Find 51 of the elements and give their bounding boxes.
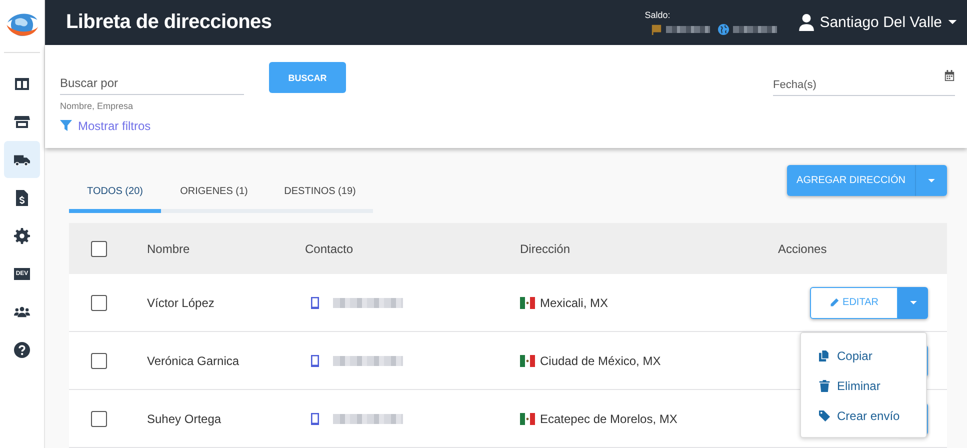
checkbox[interactable]	[91, 410, 107, 426]
pencil-icon	[830, 298, 839, 307]
help-icon	[14, 342, 30, 358]
caret-icon	[910, 300, 916, 304]
mexico-flag-icon	[520, 296, 535, 308]
mexico-flag-icon	[520, 354, 535, 366]
dropdown-button[interactable]	[898, 286, 928, 318]
column-header: Nombre	[147, 242, 190, 256]
checkbox[interactable]	[91, 352, 107, 368]
show-filters-link[interactable]: Mostrar filtros	[60, 119, 346, 134]
name-cell: Verónica Garnica	[147, 354, 240, 368]
page-title: Libreta de direcciones	[66, 11, 273, 34]
name-cell: Víctor López	[147, 296, 214, 310]
menu-item[interactable]: Crear envío	[819, 400, 926, 430]
gear-icon	[14, 228, 30, 244]
caret-icon	[948, 20, 957, 26]
sidebar-item[interactable]	[4, 141, 40, 178]
invoice-icon	[14, 190, 30, 206]
user-menu[interactable]: Santiago Del Valle	[798, 14, 957, 32]
globe-icon	[718, 24, 729, 36]
checkbox[interactable]	[91, 240, 107, 256]
column-header: Dirección	[520, 242, 570, 256]
store-icon	[14, 114, 30, 130]
menu-item[interactable]: Eliminar	[819, 370, 926, 400]
column-header: Contacto	[305, 242, 354, 256]
search-field[interactable]: Buscar por	[60, 64, 244, 96]
address-cell: Ciudad de México, MX	[540, 354, 661, 368]
tab[interactable]: TODOS (20)	[69, 173, 161, 213]
tab[interactable]: ORIGENES (1)	[161, 173, 267, 213]
copy-icon	[819, 350, 830, 362]
address-cell: Ecatepec de Morelos, MX	[540, 412, 678, 426]
balance-label: Saldo:	[644, 10, 672, 20]
trash-icon	[819, 380, 830, 392]
tab[interactable]: DESTINOS (19)	[267, 173, 373, 213]
mexico-flag-icon	[520, 412, 535, 424]
address-cell: Mexicali, MX	[540, 296, 608, 310]
columns-icon	[14, 76, 30, 92]
user-icon	[798, 14, 814, 32]
checkbox[interactable]	[91, 294, 107, 310]
name-cell: Suhey Ortega	[147, 412, 222, 426]
flag-icon	[650, 24, 662, 36]
calendar-icon	[944, 70, 955, 82]
menu-item[interactable]: Copiar	[819, 340, 926, 370]
phone-icon	[311, 296, 319, 308]
caret-icon	[928, 178, 935, 182]
field-hint: Nombre, Empresa	[60, 101, 134, 112]
tag-icon	[819, 410, 830, 422]
column-header: Acciones	[778, 242, 827, 256]
phone-icon	[311, 412, 319, 424]
filter-icon	[60, 120, 72, 132]
phone-icon	[311, 354, 319, 366]
